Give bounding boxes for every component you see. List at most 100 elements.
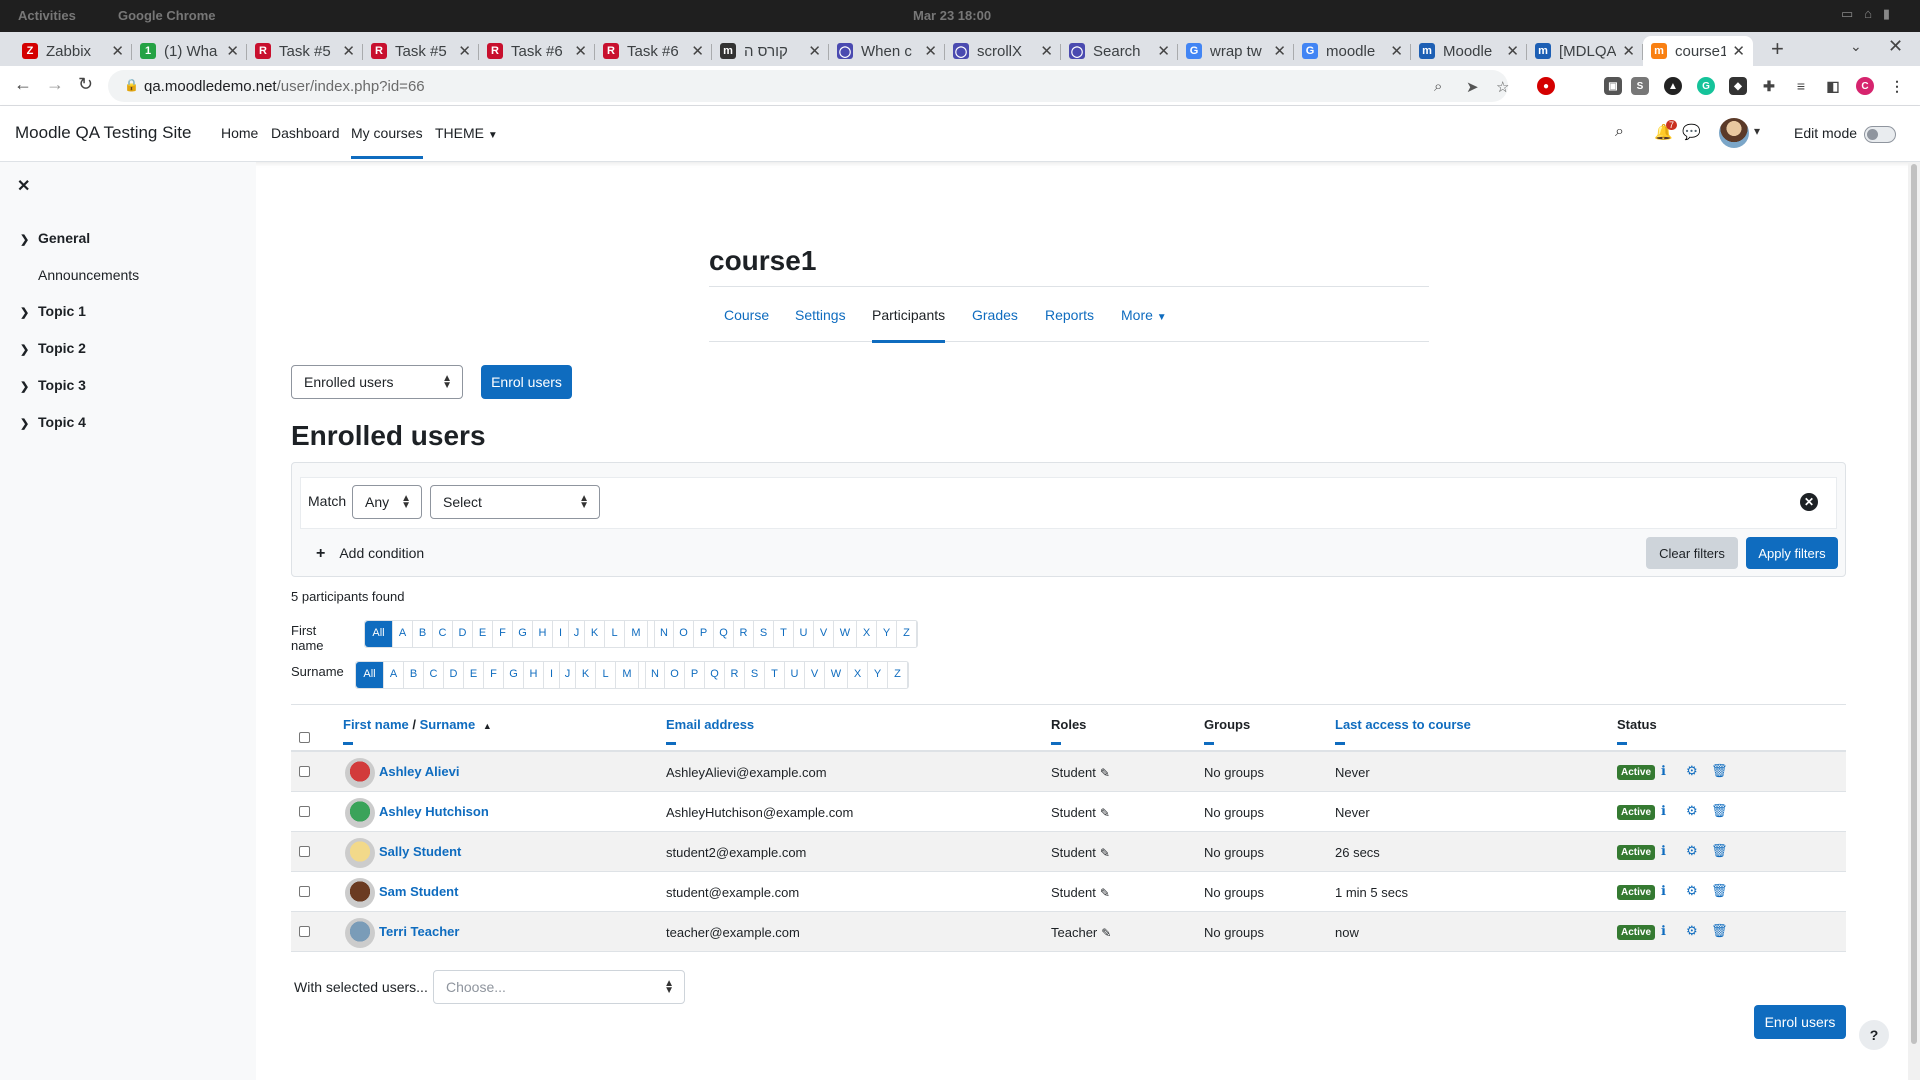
trash-icon[interactable]: 🗑 [1711, 803, 1728, 819]
browser-tab[interactable]: Gmoodle ✕ [1294, 36, 1411, 66]
surname-initial-s[interactable]: S [745, 662, 765, 688]
sort-surname-link[interactable]: Surname [420, 717, 476, 732]
firstname-initial-m[interactable]: M [625, 621, 648, 647]
surname-initial-p[interactable]: P [685, 662, 705, 688]
user-name-link[interactable]: Sam Student [379, 884, 458, 899]
close-tab-icon[interactable]: ✕ [808, 42, 821, 60]
user-menu-caret-icon[interactable]: ▾ [1754, 124, 1760, 138]
close-tab-icon[interactable]: ✕ [924, 42, 937, 60]
firstname-initial-y[interactable]: Y [877, 621, 897, 647]
surname-initial-g[interactable]: G [504, 662, 524, 688]
firstname-initial-all[interactable]: All [365, 621, 393, 647]
app-menu-label[interactable]: Google Chrome [118, 8, 216, 23]
surname-initial-r[interactable]: R [725, 662, 745, 688]
firstname-initial-n[interactable]: N [654, 621, 674, 647]
extension-icon[interactable]: ▣ [1604, 77, 1622, 95]
firstname-initial-z[interactable]: Z [897, 621, 917, 647]
trash-icon[interactable]: 🗑 [1711, 883, 1728, 899]
firstname-initial-t[interactable]: T [774, 621, 794, 647]
surname-initial-h[interactable]: H [524, 662, 544, 688]
search-icon[interactable]: ⌕ [1615, 123, 1624, 141]
surname-initial-all[interactable]: All [356, 662, 384, 688]
firstname-initial-i[interactable]: I [553, 621, 569, 647]
drawer-section-topic-1[interactable]: ❯ Topic 1 [20, 303, 86, 319]
user-picture[interactable] [345, 758, 375, 788]
grammarly-extension-icon[interactable]: G [1697, 77, 1715, 95]
browser-menu-icon[interactable]: ⋮ [1888, 77, 1906, 95]
surname-initial-x[interactable]: X [848, 662, 868, 688]
back-icon[interactable]: ← [14, 74, 32, 95]
site-name[interactable]: Moodle QA Testing Site [15, 123, 191, 143]
sort-firstname-link[interactable]: First name [343, 717, 409, 732]
address-bar[interactable]: 🔒 qa.moodledemo.net/user/index.php?id=66… [108, 70, 1509, 102]
profile-avatar-icon[interactable]: C [1856, 77, 1874, 95]
cube-extension-icon[interactable]: ◆ [1729, 77, 1747, 95]
firstname-initial-h[interactable]: H [533, 621, 553, 647]
close-window-icon[interactable]: ✕ [1888, 36, 1903, 57]
close-tab-icon[interactable]: ✕ [1040, 42, 1053, 60]
surname-initial-t[interactable]: T [765, 662, 785, 688]
surname-initial-k[interactable]: K [576, 662, 596, 688]
browser-tab[interactable]: Z Zabbix ✕ [14, 36, 132, 66]
edit-mode-toggle[interactable] [1864, 126, 1896, 143]
help-button[interactable]: ? [1859, 1020, 1889, 1050]
firstname-initial-b[interactable]: B [413, 621, 433, 647]
nav-my-courses[interactable]: My courses [351, 125, 423, 159]
user-picture[interactable] [345, 838, 375, 868]
close-drawer-icon[interactable]: ✕ [17, 176, 30, 196]
column-last-access[interactable]: Last access to course [1335, 717, 1471, 745]
gear-icon[interactable]: ⚙ [1686, 803, 1698, 819]
surname-initial-v[interactable]: V [805, 662, 825, 688]
user-name-link[interactable]: Sally Student [379, 844, 461, 859]
info-icon[interactable]: ℹ [1661, 923, 1666, 939]
scrollbar-thumb[interactable] [1911, 164, 1917, 1044]
page-scrollbar[interactable] [1908, 162, 1920, 1080]
browser-tab[interactable]: ◯ When c ✕ [829, 36, 945, 66]
gear-icon[interactable]: ⚙ [1686, 883, 1698, 899]
user-name-link[interactable]: Ashley Alievi [379, 764, 459, 779]
apply-filters-button[interactable]: Apply filters [1746, 537, 1838, 569]
drawer-section-topic-3[interactable]: ❯ Topic 3 [20, 377, 86, 393]
close-tab-icon[interactable]: ✕ [1506, 42, 1519, 60]
tab-course[interactable]: Course [724, 307, 769, 323]
enrol-users-button-bottom[interactable]: Enrol users [1754, 1005, 1846, 1039]
surname-initial-n[interactable]: N [645, 662, 665, 688]
surname-initial-a[interactable]: A [384, 662, 404, 688]
gear-icon[interactable]: ⚙ [1686, 843, 1698, 859]
s-extension-icon[interactable]: S [1631, 77, 1649, 95]
tab-participants[interactable]: Participants [872, 307, 946, 343]
lock-icon[interactable]: 🔒 [124, 78, 139, 92]
edit-pencil-icon[interactable]: ✎ [1100, 846, 1110, 860]
firstname-initial-v[interactable]: V [814, 621, 834, 647]
tab-search-icon[interactable]: ⌄ [1850, 38, 1862, 55]
messages-icon[interactable]: 💬 [1682, 123, 1701, 141]
firstname-initial-e[interactable]: E [473, 621, 493, 647]
browser-tab[interactable]: R Task #6 ✕ [479, 36, 595, 66]
info-icon[interactable]: ℹ [1661, 763, 1666, 779]
browser-tab[interactable]: m [MDLQA ✕ [1527, 36, 1643, 66]
send-icon[interactable]: ➤ [1466, 78, 1479, 96]
bulk-action-select[interactable]: Choose... ▲ ▼ [433, 970, 685, 1004]
gear-icon[interactable]: ⚙ [1686, 923, 1698, 939]
close-tab-icon[interactable]: ✕ [226, 42, 239, 60]
firstname-initial-u[interactable]: U [794, 621, 814, 647]
zoom-icon[interactable]: ⌕ [1434, 78, 1442, 95]
row-checkbox[interactable] [299, 926, 310, 937]
tab-grades[interactable]: Grades [972, 307, 1018, 323]
participants-view-select[interactable]: Enrolled users ▲ ▼ [291, 365, 463, 399]
firstname-initial-d[interactable]: D [453, 621, 473, 647]
firstname-initial-k[interactable]: K [585, 621, 605, 647]
edit-pencil-icon[interactable]: ✎ [1100, 886, 1110, 900]
close-tab-icon[interactable]: ✕ [1157, 42, 1170, 60]
user-picture[interactable] [345, 918, 375, 948]
adblock-extension-icon[interactable]: ● [1537, 77, 1555, 95]
browser-tab[interactable]: 1 (1) Wha ✕ [132, 36, 247, 66]
column-email[interactable]: Email address [666, 717, 754, 745]
row-checkbox[interactable] [299, 846, 310, 857]
collapse-column-icon[interactable] [1204, 742, 1214, 745]
surname-initial-d[interactable]: D [444, 662, 464, 688]
info-icon[interactable]: ℹ [1661, 883, 1666, 899]
row-checkbox[interactable] [299, 766, 310, 777]
browser-tab[interactable]: R Task #6 ✕ [595, 36, 712, 66]
edit-pencil-icon[interactable]: ✎ [1100, 766, 1110, 780]
